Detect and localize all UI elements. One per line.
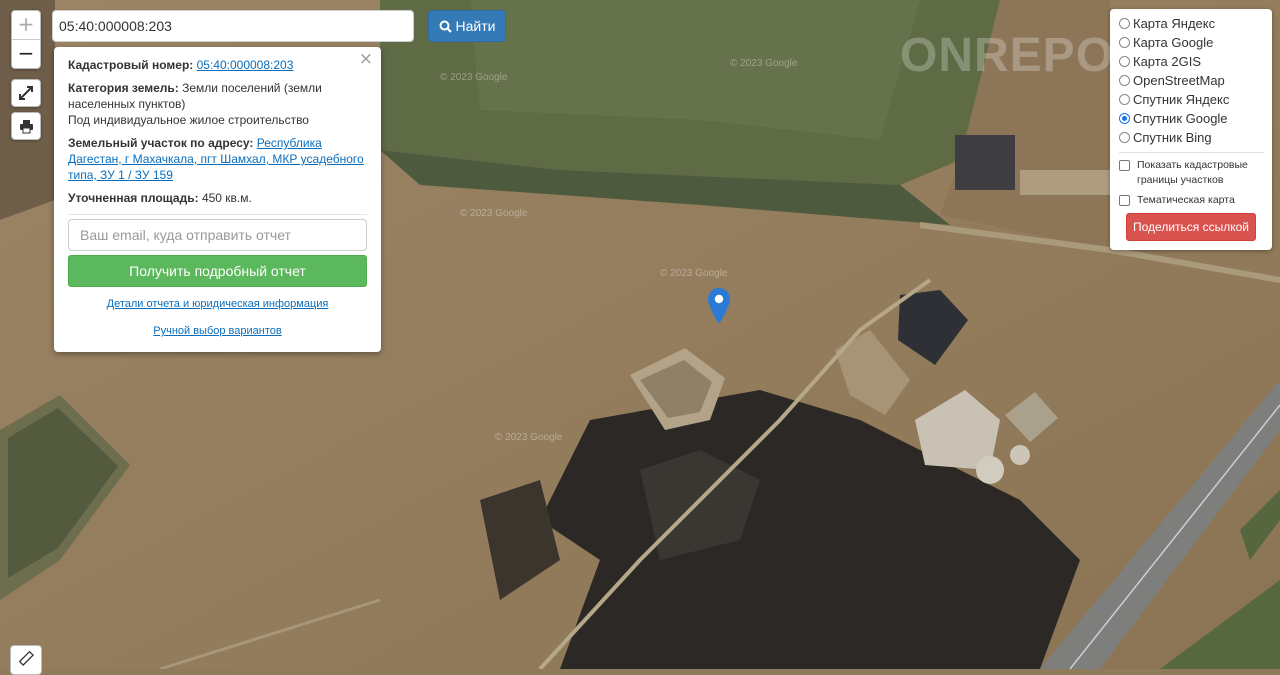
radio-icon[interactable] [1119,132,1130,143]
area-row: Уточненная площадь: 450 кв.м. [68,190,367,206]
location-marker-icon[interactable] [708,288,730,324]
area-label: Уточненная площадь: [68,191,199,205]
expand-icon [19,86,33,100]
search-icon [439,20,452,33]
layer-option[interactable]: Спутник Google [1119,109,1264,128]
measure-button[interactable] [10,645,42,675]
address-row: Земельный участок по адресу: Республика … [68,135,367,183]
parcel-info-popup: × Кадастровый номер: 05:40:000008:203 Ка… [54,47,381,352]
address-label: Земельный участок по адресу: [68,136,254,150]
thematic-map-label: Тематическая карта [1137,194,1235,206]
zoom-out-button[interactable]: − [12,40,40,68]
thematic-map-checkbox[interactable]: Тематическая карта [1119,193,1264,208]
layer-option[interactable]: OpenStreetMap [1119,71,1264,90]
zoom-control: + − [11,10,41,69]
radio-icon[interactable] [1119,75,1130,86]
land-category-row: Категория земель: Земли поселений (земли… [68,80,367,128]
radio-icon[interactable] [1119,113,1130,124]
map-layer-panel: Карта Яндекс Карта Google Карта 2GIS OpenSt… [1110,9,1272,250]
area-value: 450 кв.м. [201,191,252,205]
cadastral-borders-checkbox[interactable]: Показать кадастровые границы участков [1119,158,1264,188]
cadastral-number-label: Кадастровый номер: [68,58,194,72]
printer-icon [19,119,33,133]
map-watermark: © 2023 Google [660,268,728,279]
fullscreen-button[interactable] [11,79,41,107]
layer-option[interactable]: Карта 2GIS [1119,52,1264,71]
map-watermark: © 2023 Google [730,58,798,69]
cadastral-search-input[interactable]: 05:40:000008:203 [52,10,414,42]
layer-option-label: Карта Google [1133,35,1214,50]
layer-option-label: Спутник Bing [1133,130,1212,145]
layer-option[interactable]: Спутник Яндекс [1119,90,1264,109]
map-watermark: © 2023 Google [460,208,528,219]
ruler-icon [18,650,34,666]
land-category-label: Категория земель: [68,81,179,95]
layer-option-label: Спутник Яндекс [1133,92,1230,107]
layer-option-label: Спутник Google [1133,111,1228,126]
map-watermark: © 2023 Google [495,432,563,443]
cadastral-number-link[interactable]: 05:40:000008:203 [197,58,294,72]
radio-icon[interactable] [1119,56,1130,67]
zoom-in-button[interactable]: + [12,11,40,40]
layer-option[interactable]: Карта Google [1119,33,1264,52]
map-watermark: © 2023 Google [440,72,508,83]
layer-option-label: Карта Яндекс [1133,16,1216,31]
layer-option[interactable]: Карта Яндекс [1119,14,1264,33]
email-field[interactable]: Ваш email, куда отправить отчет [68,219,367,251]
layer-option-label: Карта 2GIS [1133,54,1202,69]
radio-icon[interactable] [1119,37,1130,48]
close-icon[interactable]: × [359,51,373,68]
cadastral-number-row: Кадастровый номер: 05:40:000008:203 [68,57,367,73]
cadastral-borders-label: Показать кадастровые границы участков [1137,159,1248,186]
checkbox-icon[interactable] [1119,160,1130,171]
radio-icon[interactable] [1119,18,1130,29]
layer-options: Карта Яндекс Карта Google Карта 2GIS OpenSt… [1119,14,1264,147]
get-report-button[interactable]: Получить подробный отчет [68,255,367,287]
divider [1119,152,1264,153]
land-use-value: Под индивидуальное жилое строительство [68,113,309,127]
manual-selection-link[interactable]: Ручной выбор вариантов [68,323,367,339]
search-button[interactable]: Найти [428,10,506,42]
share-link-button[interactable]: Поделиться ссылкой [1126,213,1256,241]
report-details-link[interactable]: Детали отчета и юридическая информация [68,296,367,312]
radio-icon[interactable] [1119,94,1130,105]
checkbox-icon[interactable] [1119,195,1130,206]
divider [68,214,367,215]
print-button[interactable] [11,112,41,140]
search-button-label: Найти [455,18,496,34]
layer-option[interactable]: Спутник Bing [1119,128,1264,147]
layer-option-label: OpenStreetMap [1133,73,1225,88]
